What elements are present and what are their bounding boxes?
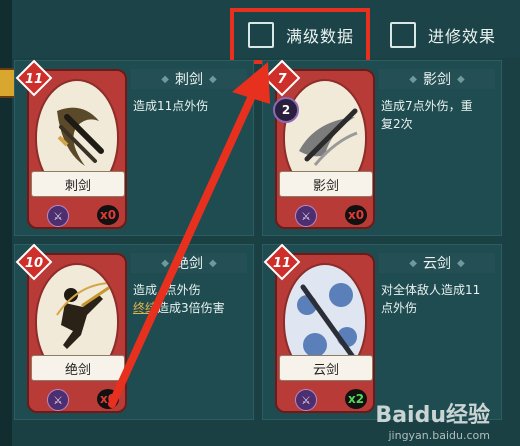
watermark-url: jingyan.baidu.com xyxy=(388,429,490,442)
watermark: Baidu经验 jingyan.baidu.com xyxy=(375,397,490,442)
game-screen: 满级数据 进修效果 刺剑 11 ⚔ x0 ◆ 刺剑 ◆ 造成11点外伤 影剑 7… xyxy=(0,0,520,446)
watermark-brand: Baidu经验 xyxy=(375,403,490,428)
annotation-arrow-icon xyxy=(108,62,270,408)
